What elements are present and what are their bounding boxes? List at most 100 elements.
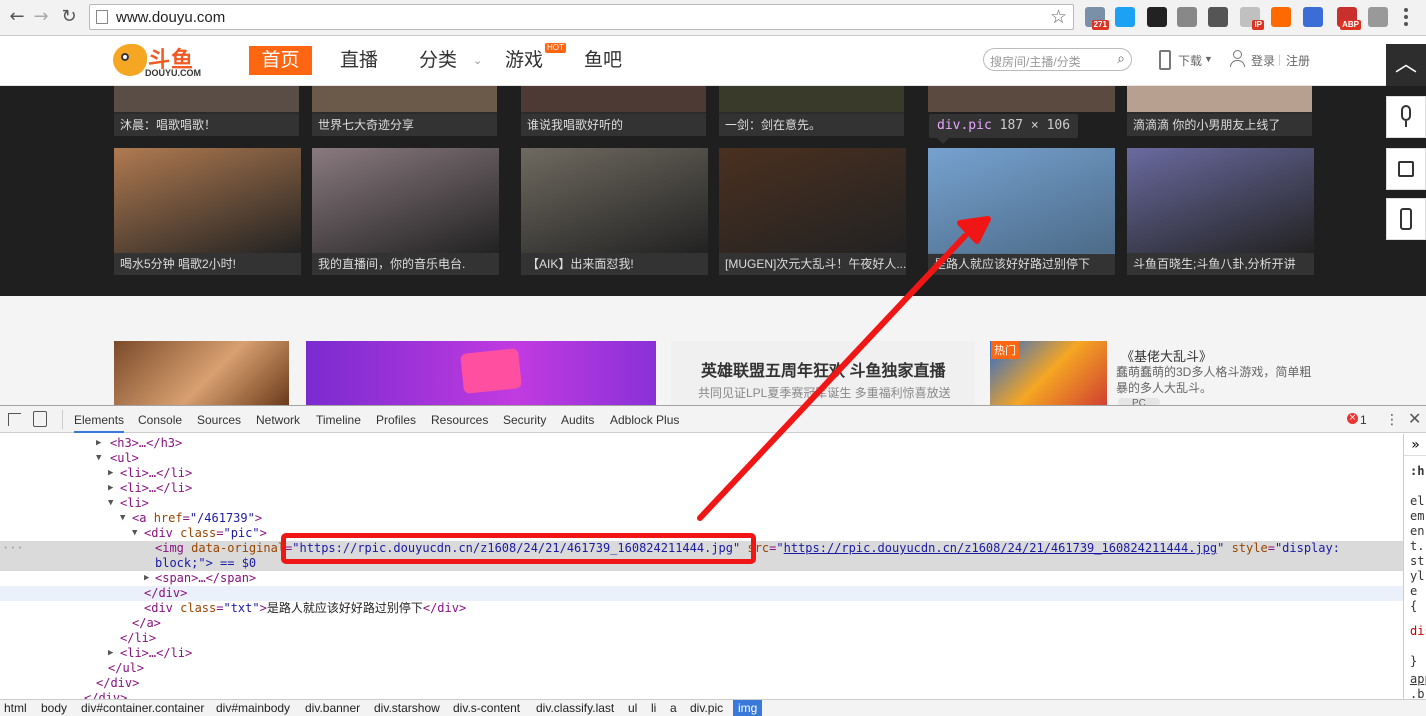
breadcrumb-item[interactable]: div#container.container — [81, 701, 204, 715]
dom-node-div-close[interactable]: </div> — [0, 676, 1403, 691]
dom-node-a-close[interactable]: </a> — [0, 616, 1403, 631]
devtools-tab-security[interactable]: Security — [503, 413, 546, 427]
breadcrumb-item[interactable]: div#mainbody — [216, 701, 290, 715]
devtools-tab-resources[interactable]: Resources — [431, 413, 488, 427]
dom-node-li[interactable]: ▶ <li>…</li> — [0, 481, 1403, 496]
translate-ext-icon[interactable] — [1303, 7, 1323, 27]
breadcrumb-item[interactable]: ul — [628, 701, 637, 715]
browser-menu-icon[interactable] — [1404, 8, 1408, 26]
live-room-card[interactable]: 喝水5分钟 唱歌2小时! — [114, 148, 301, 275]
qr-ext-icon[interactable] — [1147, 7, 1167, 27]
annotation-highlight-box — [281, 533, 756, 564]
dom-node-div-txt[interactable]: <div class="txt">是路人就应该好好路过别停下</div> — [0, 601, 1403, 616]
breadcrumb-item[interactable]: div.classify.last — [536, 701, 614, 715]
devtools-tab-sources[interactable]: Sources — [197, 413, 241, 427]
room-thumbnail — [312, 148, 499, 253]
devtools-tab-elements[interactable]: Elements — [74, 413, 125, 433]
device-mode-icon[interactable] — [33, 411, 47, 427]
nav-fishbar[interactable]: 鱼吧 — [584, 46, 622, 75]
mail-ext-icon[interactable]: 271 — [1085, 7, 1109, 30]
breadcrumb-item[interactable]: html — [4, 701, 27, 715]
live-room-card[interactable]: 一剑：剑在意先。 — [719, 86, 904, 136]
lifering-ext-icon[interactable] — [1271, 7, 1291, 27]
breadcrumb-item[interactable]: div.starshow — [374, 701, 440, 715]
globe-ext-icon[interactable] — [1368, 7, 1388, 27]
devtools-tab-adblock-plus[interactable]: Adblock Plus — [610, 413, 679, 427]
devtools-tab-console[interactable]: Console — [138, 413, 182, 427]
register-link[interactable]: 注册 — [1286, 52, 1310, 69]
nav-live[interactable]: 直播 — [340, 46, 378, 75]
breadcrumb-item[interactable]: img — [733, 700, 763, 716]
dom-node-div-close[interactable]: </div> — [0, 586, 1403, 601]
live-room-card[interactable]: 谁说我唱歌好听的 — [521, 86, 706, 136]
styles-pane-text: em — [1410, 509, 1425, 523]
promo-title[interactable]: 英雄联盟五周年狂欢 斗鱼独家直播 — [701, 357, 945, 381]
download-link[interactable]: 下载 — [1178, 52, 1202, 69]
live-room-card[interactable]: 【AIK】出来面怼我! — [521, 148, 708, 275]
expand-pane-icon[interactable]: » — [1404, 434, 1426, 456]
breadcrumb-item[interactable]: li — [651, 701, 656, 715]
nav-category[interactable]: 分类 — [419, 46, 457, 75]
back-icon[interactable]: ← — [6, 6, 28, 28]
live-room-card[interactable]: 斗鱼百晓生;斗鱼八卦,分析开讲 — [1127, 148, 1314, 275]
dom-node-li-close[interactable]: </li> — [0, 631, 1403, 646]
douyu-logo-icon[interactable] — [113, 44, 147, 76]
search-input[interactable]: 搜房间/主播/分类 ⌕ — [983, 48, 1132, 71]
live-room-card[interactable]: [MUGEN]次元大乱斗！午夜好人... — [719, 148, 906, 275]
nav-games[interactable]: 游戏 — [505, 46, 543, 75]
reload-icon[interactable]: ↻ — [58, 6, 80, 28]
dom-node-span[interactable]: ▶ <span>…</span> — [0, 571, 1403, 586]
shield-ext-icon[interactable] — [1177, 7, 1197, 27]
devtools-menu-icon[interactable]: ⋮ — [1385, 412, 1399, 428]
room-title: 滴滴滴 你的小男朋友上线了 — [1127, 114, 1312, 136]
live-room-card[interactable]: 滴滴滴 你的小男朋友上线了 — [1127, 86, 1312, 136]
img-src-link[interactable]: https://rpic.douyucdn.cn/z1608/24/21/461… — [784, 541, 1217, 555]
back-to-top-icon[interactable]: ︿ — [1386, 44, 1426, 86]
search-icon[interactable]: ⌕ — [1117, 51, 1125, 67]
live-room-card[interactable]: 世界七大奇迹分享 — [312, 86, 497, 136]
mobile-icon[interactable] — [1386, 198, 1426, 240]
dom-node-a[interactable]: ▼ <a href="/461739"> — [0, 511, 1403, 526]
game-banner-image[interactable] — [114, 341, 289, 405]
bookmark-star-icon[interactable]: ☆ — [1050, 6, 1067, 28]
dom-node-h3[interactable]: ▶ <h3>…</h3> — [0, 436, 1403, 451]
close-icon[interactable]: ✕ — [1408, 409, 1421, 428]
microphone-icon[interactable] — [1386, 96, 1426, 138]
room-title: 是路人就应该好好路过别停下 — [928, 253, 1115, 275]
devtools-tab-timeline[interactable]: Timeline — [316, 413, 361, 427]
address-bar[interactable]: www.douyu.com ☆ — [89, 4, 1074, 30]
error-count[interactable]: 1 — [1360, 413, 1367, 427]
page-icon — [96, 10, 108, 24]
login-link[interactable]: 登录 — [1251, 52, 1275, 69]
devtools-tab-profiles[interactable]: Profiles — [376, 413, 416, 427]
game-title[interactable]: 《基佬大乱斗》 — [1121, 346, 1212, 365]
error-icon[interactable]: × — [1347, 413, 1358, 424]
live-room-card[interactable] — [928, 86, 1115, 112]
dom-node-ul[interactable]: ▼ <ul> — [0, 451, 1403, 466]
dom-node-li[interactable]: ▶ <li>…</li> — [0, 646, 1403, 661]
breadcrumb-item[interactable]: a — [670, 701, 677, 715]
breadcrumb-item[interactable]: body — [41, 701, 67, 715]
dom-node-ul-close[interactable]: </ul> — [0, 661, 1403, 676]
ip-ext-icon[interactable]: IP — [1240, 7, 1264, 30]
dom-node-li-open[interactable]: ▼ <li> — [0, 496, 1403, 511]
inspect-element-icon[interactable] — [8, 413, 21, 426]
devtools-tab-network[interactable]: Network — [256, 413, 300, 427]
abp-ext-icon[interactable]: ABP — [1337, 7, 1361, 30]
styles-pane-text: el — [1410, 494, 1425, 508]
edit-icon[interactable] — [1386, 148, 1426, 190]
devtools-tab-audits[interactable]: Audits — [561, 413, 594, 427]
dom-node-li[interactable]: ▶ <li>…</li> — [0, 466, 1403, 481]
breadcrumb-item[interactable]: div.s-content — [453, 701, 520, 715]
evernote-ext-icon[interactable] — [1208, 7, 1228, 27]
douyu-promo-image[interactable] — [306, 341, 656, 405]
live-room-card[interactable]: 沐晨：唱歌唱歌！ — [114, 86, 299, 136]
forward-icon[interactable]: → — [30, 6, 52, 28]
nav-home[interactable]: 首页 — [249, 46, 312, 75]
breadcrumb-item[interactable]: div.banner — [305, 701, 360, 715]
live-room-card[interactable]: 我的直播间，你的音乐电台. — [312, 148, 499, 275]
breadcrumb-item[interactable]: div.pic — [690, 701, 723, 715]
dom-node-div-close[interactable]: </div> — [0, 691, 1403, 699]
cat-ext-icon[interactable] — [1115, 7, 1135, 27]
inspect-tooltip: div.pic 187 × 106 — [929, 114, 1079, 144]
